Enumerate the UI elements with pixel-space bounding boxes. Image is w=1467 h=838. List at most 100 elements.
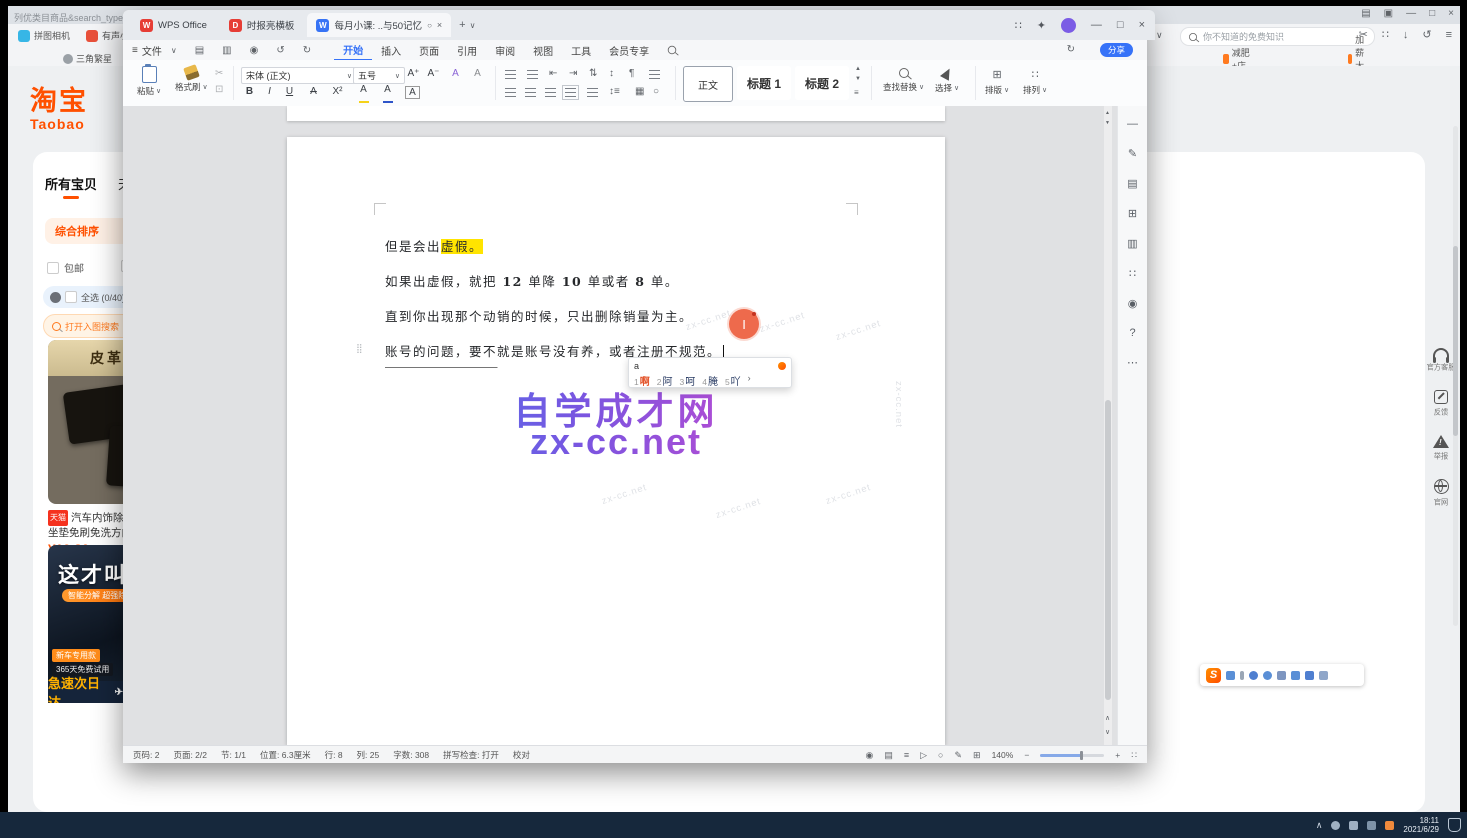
format-painter-button[interactable]: 格式刷∨ bbox=[175, 66, 208, 93]
tab-close-icon[interactable]: × bbox=[437, 20, 442, 30]
justify-button[interactable] bbox=[565, 88, 576, 97]
ribbon-tab-reference[interactable]: 引用 bbox=[448, 40, 486, 60]
ime-emoji-icon[interactable] bbox=[1263, 671, 1272, 680]
file-menu-caret[interactable]: ∨ bbox=[171, 40, 186, 60]
help-icon[interactable]: ? bbox=[1129, 327, 1135, 339]
char-shading-button[interactable]: A bbox=[405, 86, 420, 99]
taobao-logo[interactable]: 淘宝 Taobao bbox=[30, 88, 88, 131]
share-button[interactable]: 分享 bbox=[1100, 43, 1133, 57]
more-tools-icon[interactable]: ⋯ bbox=[1127, 356, 1138, 369]
doc-paragraph-3[interactable]: 直到你出现那个动销的时候，只出删除销量为主。 bbox=[385, 306, 693, 325]
typeset-button[interactable]: ⊞排版∨ bbox=[985, 68, 1009, 96]
sogou-logo-icon[interactable]: S bbox=[1206, 668, 1221, 683]
text-direction-button[interactable]: ⇅ bbox=[589, 68, 597, 79]
ribbon-tab-review[interactable]: 审阅 bbox=[486, 40, 524, 60]
status-word-count[interactable]: 字数: 308 bbox=[393, 749, 429, 761]
zoom-level[interactable]: 140% bbox=[992, 750, 1014, 760]
style-body[interactable]: 正文 bbox=[683, 66, 733, 102]
adjust-tool-icon[interactable]: ⊞ bbox=[1128, 207, 1137, 220]
status-proofread[interactable]: 校对 bbox=[513, 749, 530, 761]
bold-button[interactable]: B bbox=[246, 86, 253, 97]
ime-voice-icon[interactable] bbox=[1249, 671, 1258, 680]
wps-minimize-button[interactable]: — bbox=[1091, 19, 1102, 31]
taskbar-clock[interactable]: 18:11 2021/6/29 bbox=[1403, 816, 1439, 834]
paragraph-drag-handle[interactable]: ⣿ bbox=[356, 343, 362, 354]
ime-skin-icon[interactable] bbox=[1291, 671, 1300, 680]
decrease-indent-button[interactable]: ⇤ bbox=[549, 68, 557, 79]
ribbon-tab-insert[interactable]: 插入 bbox=[372, 40, 410, 60]
scroll-up-icon[interactable]: ▲ bbox=[1105, 110, 1110, 116]
preview-icon[interactable]: ◉ bbox=[241, 40, 268, 60]
filter-free-shipping[interactable]: 包邮 bbox=[47, 260, 84, 275]
ime-candidate[interactable]: 4腌 bbox=[702, 373, 718, 388]
line-spacing-button[interactable]: ↕≡ bbox=[609, 86, 620, 97]
sort-button[interactable]: ↕ bbox=[609, 68, 614, 79]
ime-keyboard-icon[interactable] bbox=[1319, 671, 1328, 680]
document-page-2[interactable]: 但是会出虚假。 如果出虚假，就把 12 单降 10 单或者 8 单。 直到你出现… bbox=[287, 137, 945, 745]
select-button[interactable]: 选择∨ bbox=[935, 68, 959, 94]
layout-tool-icon[interactable]: ∷ bbox=[1129, 267, 1136, 280]
ribbon-search-icon[interactable] bbox=[658, 40, 686, 60]
italic-button[interactable]: I bbox=[261, 86, 278, 97]
browser-search-box[interactable]: 你不知道的免费知识 bbox=[1180, 27, 1375, 46]
action-center-icon[interactable] bbox=[1448, 818, 1461, 832]
numbering-button[interactable] bbox=[527, 70, 538, 79]
browser-minimize-button[interactable]: — bbox=[1406, 8, 1416, 19]
zoom-slider-knob[interactable] bbox=[1080, 751, 1083, 760]
browser-page-scrollbar[interactable] bbox=[1453, 126, 1458, 626]
zoom-in-button[interactable]: + bbox=[1115, 750, 1120, 760]
fit-page-icon[interactable]: ⊞ bbox=[973, 750, 981, 761]
document-scrollbar[interactable]: ▲ ▼ ∧ ∨ bbox=[1104, 106, 1112, 745]
address-dropdown-caret[interactable]: ∨ bbox=[1156, 30, 1163, 41]
ime-clipboard-icon[interactable] bbox=[1277, 671, 1286, 680]
superscript-button[interactable]: X² bbox=[329, 86, 346, 97]
ime-toolbox-icon[interactable] bbox=[1305, 671, 1314, 680]
app-tray-icon[interactable] bbox=[1385, 821, 1394, 830]
ribbon-tab-tools[interactable]: 工具 bbox=[562, 40, 600, 60]
strikethrough-button[interactable]: A bbox=[305, 86, 322, 97]
underline-button[interactable]: U bbox=[281, 86, 298, 97]
edit-mode-icon[interactable]: ✎ bbox=[954, 750, 962, 761]
ime-candidate[interactable]: 2阿 bbox=[657, 373, 673, 388]
doc-dashed-line[interactable]: ――――――――― bbox=[385, 359, 498, 374]
grow-font-button[interactable]: A⁺ bbox=[405, 68, 422, 79]
wps-docer-tab[interactable]: D时报亮横板 bbox=[220, 13, 304, 37]
ime-status-bar[interactable]: S bbox=[1200, 664, 1364, 686]
arrange-button[interactable]: ∷排列∨ bbox=[1023, 68, 1047, 96]
ime-candidate-popup[interactable]: a 1啊 2阿 3呵 4腌 5吖 › bbox=[628, 357, 792, 388]
scrollbar-thumb[interactable] bbox=[1105, 400, 1111, 700]
styles-down-caret[interactable]: ▼ bbox=[855, 76, 861, 82]
ribbon-tab-view[interactable]: 视图 bbox=[524, 40, 562, 60]
print-icon[interactable]: ▥ bbox=[213, 40, 240, 60]
prev-page-icon[interactable]: ∧ bbox=[1105, 714, 1110, 722]
web-layout-icon[interactable]: ○ bbox=[938, 750, 943, 760]
ime-candidate[interactable]: 3呵 bbox=[679, 373, 695, 388]
ime-next-page-icon[interactable]: › bbox=[748, 373, 751, 388]
distribute-button[interactable] bbox=[587, 88, 598, 97]
align-left-button[interactable] bbox=[505, 88, 516, 97]
undo-icon[interactable]: ↺ bbox=[267, 40, 293, 60]
file-menu[interactable]: 文件 bbox=[140, 40, 171, 60]
cut-icon[interactable]: ✂ bbox=[215, 68, 223, 79]
outline-view-icon[interactable]: ≡ bbox=[904, 750, 909, 760]
doc-paragraph-2[interactable]: 如果出虚假，就把 12 单降 10 单或者 8 单。 bbox=[385, 271, 679, 290]
tab-list-caret[interactable]: ∨ bbox=[470, 21, 476, 30]
status-spellcheck[interactable]: 拼写检查: 打开 bbox=[443, 749, 499, 761]
zoom-out-button[interactable]: − bbox=[1024, 750, 1029, 760]
highlight-button[interactable]: A bbox=[355, 84, 372, 106]
next-page-icon[interactable]: ∨ bbox=[1105, 728, 1110, 736]
reader-mode-icon[interactable]: ▤ bbox=[1361, 8, 1370, 19]
style-heading1[interactable]: 标题 1 bbox=[737, 66, 791, 100]
read-layout-icon[interactable]: ▷ bbox=[920, 750, 927, 761]
zoom-slider[interactable] bbox=[1040, 754, 1104, 757]
fullscreen-icon[interactable]: ∷ bbox=[1131, 750, 1137, 761]
wps-document-tab[interactable]: W每月小课: ..与50记忆 ○ × bbox=[307, 13, 451, 37]
apps-grid-icon[interactable]: ∷ bbox=[1382, 28, 1389, 41]
redo-icon[interactable]: ↻ bbox=[294, 40, 320, 60]
wps-maximize-button[interactable]: □ bbox=[1117, 19, 1124, 31]
paste-button[interactable]: 粘贴∨ bbox=[137, 66, 161, 97]
wps-close-button[interactable]: × bbox=[1139, 19, 1145, 31]
sync-icon[interactable]: ↻ bbox=[1067, 44, 1075, 55]
volume-icon[interactable] bbox=[1349, 821, 1358, 830]
font-name-select[interactable]: 宋体 (正文)∨ bbox=[241, 67, 357, 84]
